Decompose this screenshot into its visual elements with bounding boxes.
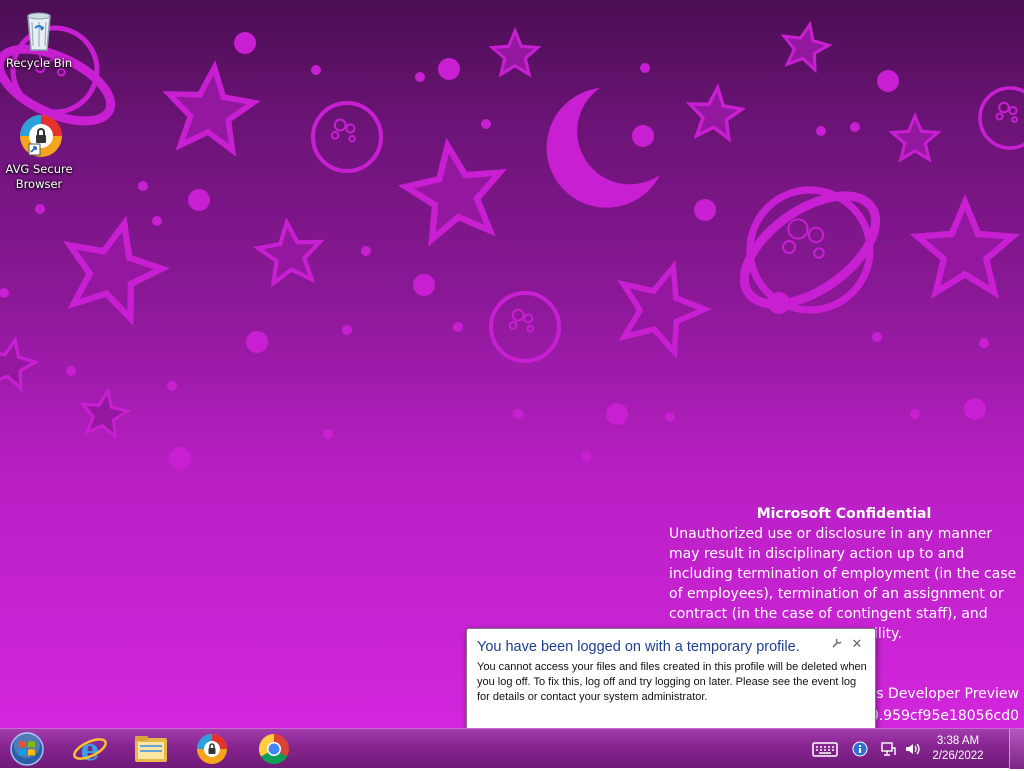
wallpaper-dot (979, 338, 989, 348)
desktop: Recycle Bin AVG Secure Browser Microsoft… (0, 0, 1024, 728)
wrench-icon[interactable] (829, 637, 845, 653)
clock-time: 3:38 AM (936, 735, 980, 747)
wallpaper-dot (606, 403, 628, 425)
avg-browser-shortcut[interactable]: AVG Secure Browser (0, 112, 78, 192)
build-watermark-line1: ws Developer Preview (864, 686, 1019, 702)
wallpaper-dot (438, 58, 460, 80)
confidential-body: Unauthorized use or disclosure in any ma… (669, 526, 1017, 622)
wallpaper-dot (640, 63, 650, 73)
wallpaper-dot (188, 189, 210, 211)
wallpaper-dot (246, 331, 268, 353)
wallpaper-dot (481, 119, 491, 129)
internet-explorer-taskbar-button[interactable]: e (64, 731, 116, 768)
keyboard-icon[interactable] (812, 740, 838, 758)
confidential-title: Microsoft Confidential (756, 506, 932, 522)
balloon-close-button[interactable]: ✕ (849, 637, 865, 653)
wallpaper-dot (413, 274, 435, 296)
wallpaper-dot (234, 32, 256, 54)
balloon-body: You cannot access your files and files c… (477, 661, 867, 703)
wallpaper-dot (513, 409, 523, 419)
recycle-bin-label: Recycle Bin (5, 56, 73, 70)
avg-browser-label: AVG Secure Browser (5, 162, 73, 191)
wallpaper-dot (138, 181, 148, 191)
volume-icon[interactable] (904, 740, 922, 758)
clock[interactable]: 3:38 AM 2/26/2022 (926, 734, 990, 764)
wallpaper-dot (323, 429, 333, 439)
start-button[interactable] (2, 731, 52, 767)
balloon-title: You have been logged on with a temporary… (477, 639, 800, 655)
taskbar: e 3:38 AM 2/26/2022 (0, 728, 1024, 769)
wallpaper-dot (581, 451, 591, 461)
network-icon[interactable] (880, 740, 898, 758)
wallpaper-moon (546, 88, 660, 208)
wallpaper-dot (910, 409, 920, 419)
wallpaper-dot (342, 325, 352, 335)
file-explorer-taskbar-button[interactable] (125, 731, 177, 767)
build-watermark-line2: 00.959cf95e18056cd0 (860, 708, 1019, 724)
wallpaper-dot (415, 72, 425, 82)
avg-browser-icon (15, 112, 63, 160)
folder-icon (135, 736, 167, 762)
chrome-icon (258, 734, 289, 765)
recycle-bin-icon (15, 6, 63, 54)
wallpaper-dot (694, 199, 716, 221)
chrome-taskbar-button[interactable] (248, 731, 300, 767)
wallpaper-planet (310, 100, 384, 174)
wallpaper-dot (311, 65, 321, 75)
wallpaper-dot (0, 288, 9, 298)
avg-browser-taskbar-button[interactable] (186, 731, 238, 767)
wallpaper-planet (488, 290, 562, 364)
wallpaper-dot (35, 204, 45, 214)
wallpaper-dot (152, 216, 162, 226)
wallpaper-dot (66, 366, 76, 376)
avg-secure-browser-icon (197, 734, 227, 764)
confidential-notice: Microsoft Confidential Unauthorized use … (669, 504, 1019, 644)
wallpaper-dot (768, 292, 790, 314)
internet-explorer-icon: e (73, 733, 107, 768)
wallpaper-dot (632, 125, 654, 147)
wallpaper-dot (816, 126, 826, 136)
svg-text:e: e (80, 733, 99, 767)
wallpaper-dot (453, 322, 463, 332)
windows-orb-icon (10, 732, 44, 766)
wallpaper-dot (964, 398, 986, 420)
clock-date: 2/26/2022 (932, 750, 984, 762)
wallpaper-dot (361, 246, 371, 256)
wallpaper-dot (850, 122, 860, 132)
wallpaper-dot (872, 332, 882, 342)
wallpaper-dot (167, 381, 177, 391)
wallpaper-dot (877, 70, 899, 92)
recycle-bin-shortcut[interactable]: Recycle Bin (0, 6, 78, 71)
show-desktop-button[interactable] (1009, 729, 1024, 769)
info-icon[interactable] (851, 740, 869, 758)
wallpaper-dot (169, 447, 191, 469)
notification-balloon[interactable]: You have been logged on with a temporary… (466, 628, 876, 730)
wallpaper-dot (665, 412, 675, 422)
